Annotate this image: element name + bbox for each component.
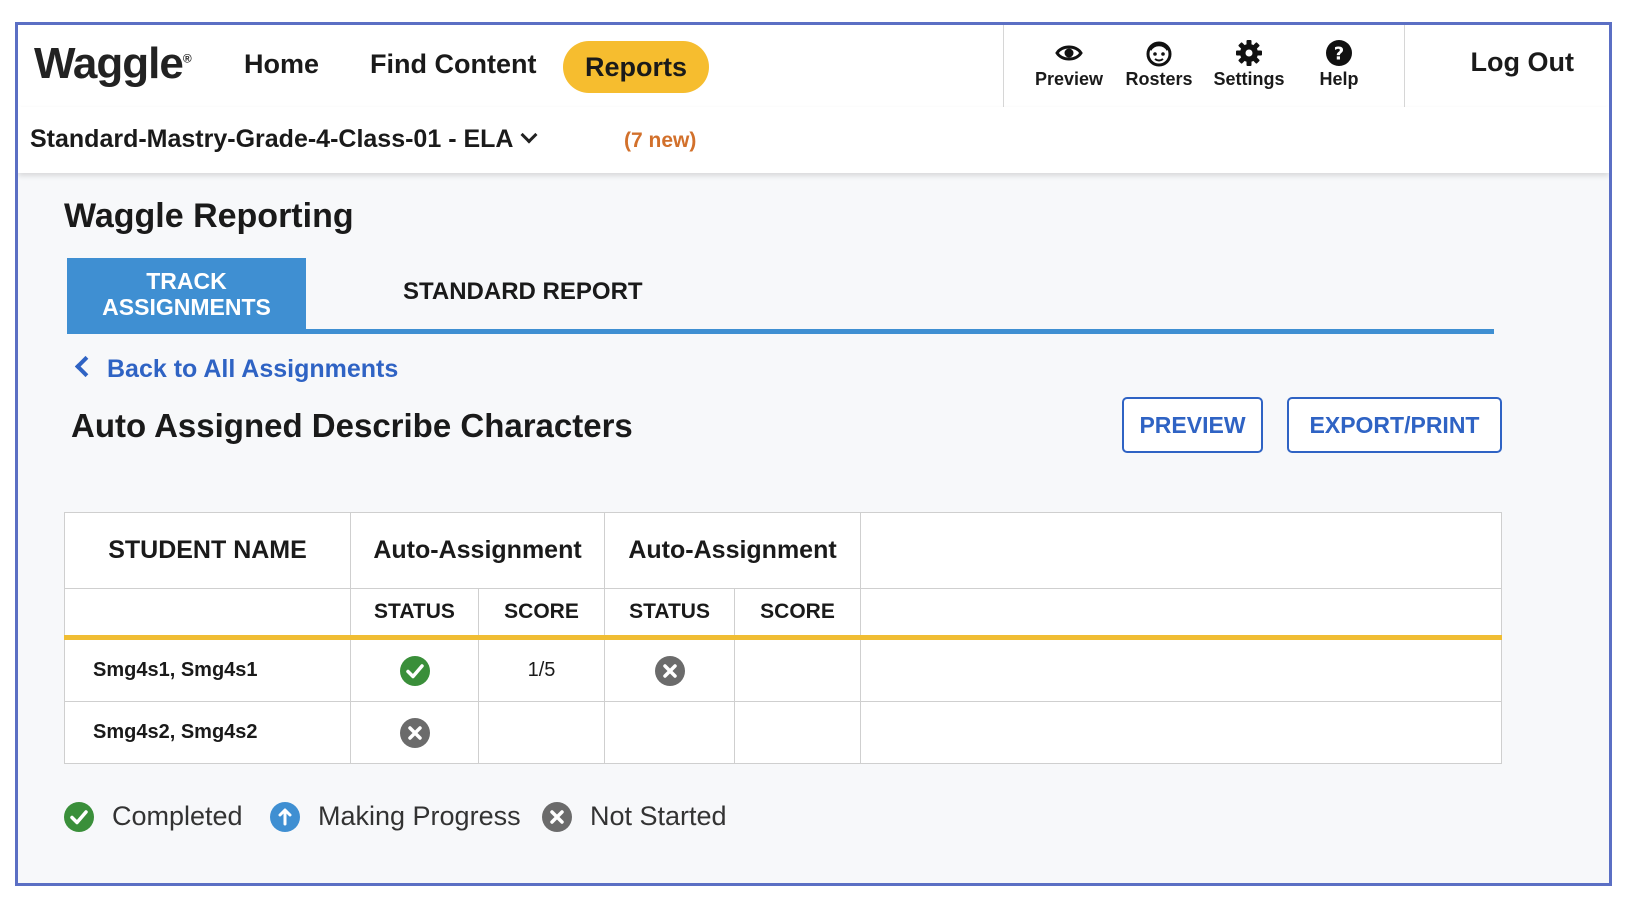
- status-header: STATUS: [604, 588, 736, 640]
- student-name-header[interactable]: STUDENT NAME: [64, 512, 351, 589]
- nav-home[interactable]: Home: [244, 49, 319, 80]
- tool-group: Preview Rosters Settings ? Help: [1003, 25, 1405, 107]
- preview-tool[interactable]: Preview: [1024, 39, 1114, 90]
- rosters-tool-label: Rosters: [1125, 69, 1193, 89]
- score-cell: [477, 701, 606, 764]
- new-count-badge[interactable]: (7 new): [624, 129, 696, 153]
- page-title: Waggle Reporting: [64, 197, 354, 235]
- empty-cell: [860, 637, 1502, 702]
- empty-subheader-cell: [64, 588, 351, 640]
- student-name[interactable]: Smg4s1, Smg4s1: [64, 637, 351, 702]
- chevron-left-icon: [74, 355, 97, 378]
- report-tabs: TRACK ASSIGNMENTS STANDARD REPORT: [67, 258, 1494, 334]
- tab-track-assignments[interactable]: TRACK ASSIGNMENTS: [67, 258, 306, 329]
- check-circle-icon: [399, 655, 430, 686]
- check-circle-icon: [64, 801, 94, 832]
- status-header: STATUS: [350, 588, 479, 640]
- back-link-label: Back to All Assignments: [107, 355, 399, 383]
- legend-item-making-progress: Making Progress: [270, 801, 521, 832]
- preview-tool-label: Preview: [1034, 69, 1104, 89]
- legend-label: Not Started: [590, 801, 727, 831]
- legend-label: Making Progress: [318, 801, 521, 831]
- assignment-group-header: Auto-Assignment: [349, 512, 606, 589]
- x-circle-icon: [654, 655, 685, 686]
- score-cell: 1/5: [477, 637, 606, 702]
- back-to-assignments-link[interactable]: Back to All Assignments: [74, 355, 399, 384]
- chevron-down-icon: [520, 126, 538, 144]
- score-header: SCORE: [734, 588, 862, 640]
- status-cell[interactable]: [350, 637, 479, 702]
- score-header: SCORE: [477, 588, 606, 640]
- empty-subheader-cell: [860, 588, 1502, 640]
- settings-tool-label: Settings: [1213, 69, 1285, 89]
- table-row: Smg4s1, Smg4s1 1/5: [64, 637, 1502, 702]
- x-circle-icon: [399, 717, 430, 748]
- assignment-table: STUDENT NAME Auto-Assignment Auto-Assign…: [64, 512, 1502, 764]
- assignment-title: Auto Assigned Describe Characters: [71, 407, 633, 444]
- status-cell[interactable]: [604, 637, 736, 702]
- class-bar: Standard-Mastry-Grade-4-Class-01 - ELA (…: [18, 107, 1609, 173]
- arrow-up-circle-icon: [270, 801, 300, 832]
- svg-text:?: ?: [1334, 44, 1344, 65]
- legend-item-not-started: Not Started: [542, 801, 727, 832]
- x-circle-icon: [542, 801, 572, 832]
- rosters-tool[interactable]: Rosters: [1114, 39, 1204, 90]
- table-row: Smg4s2, Smg4s2: [64, 701, 1502, 764]
- legend-label: Completed: [112, 801, 243, 831]
- tab-track-assignments-label: TRACK ASSIGNMENTS: [102, 267, 271, 320]
- registered-mark: ®: [182, 51, 192, 66]
- preview-button[interactable]: PREVIEW: [1122, 397, 1263, 453]
- gear-icon: [1236, 40, 1262, 66]
- eye-icon: [1055, 45, 1083, 61]
- score-cell: [734, 701, 862, 764]
- class-selector-label: Standard-Mastry-Grade-4-Class-01 - ELA: [30, 125, 514, 153]
- logout-button[interactable]: Log Out: [1471, 47, 1574, 78]
- app-window: Waggle® Home Find Content Reports Previe…: [15, 22, 1612, 886]
- help-tool-label: Help: [1319, 69, 1359, 89]
- score-cell: [734, 637, 862, 702]
- assignment-group-header: Auto-Assignment: [604, 512, 862, 589]
- export-print-button[interactable]: EXPORT/PRINT: [1287, 397, 1502, 453]
- help-icon: ?: [1326, 40, 1352, 66]
- student-name[interactable]: Smg4s2, Smg4s2: [64, 701, 351, 764]
- tab-standard-report[interactable]: STANDARD REPORT: [403, 278, 643, 306]
- status-cell[interactable]: [350, 701, 479, 764]
- nav-reports[interactable]: Reports: [563, 41, 710, 93]
- table-header-row: STUDENT NAME Auto-Assignment Auto-Assign…: [64, 512, 1502, 589]
- status-cell: [604, 701, 736, 764]
- settings-tool[interactable]: Settings: [1204, 39, 1294, 90]
- empty-cell: [860, 701, 1502, 764]
- empty-header-cell: [860, 512, 1502, 589]
- help-tool[interactable]: ? Help: [1294, 39, 1384, 90]
- logo-text: Waggle: [34, 39, 184, 88]
- nav-find-content[interactable]: Find Content: [370, 49, 536, 80]
- face-icon: [1146, 41, 1172, 67]
- waggle-logo[interactable]: Waggle®: [34, 39, 192, 89]
- legend-item-completed: Completed: [64, 801, 243, 832]
- top-nav: Waggle® Home Find Content Reports Previe…: [18, 25, 1609, 108]
- class-selector[interactable]: Standard-Mastry-Grade-4-Class-01 - ELA: [30, 125, 538, 154]
- table-subheader-row: STATUS SCORE STATUS SCORE: [64, 588, 1502, 640]
